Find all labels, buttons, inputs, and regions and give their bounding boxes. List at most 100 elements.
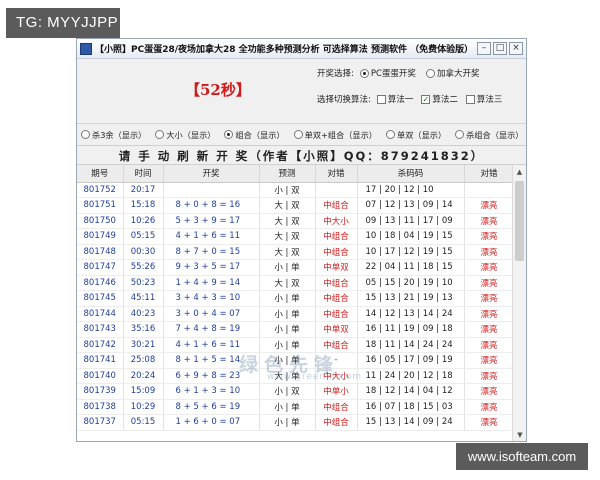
site-badge: www.isofteam.com <box>456 443 588 470</box>
radio-pc-lottery[interactable]: PC蛋蛋开奖 <box>359 67 416 79</box>
table-row[interactable]: 801747 55:26 9 + 3 + 5 = 17 小 | 单中单双 22 | 04… <box>77 259 515 276</box>
cell-result: - <box>315 352 358 369</box>
cell-time: 10:29 <box>123 399 164 415</box>
results-grid: 期号 时间 开奖 预测 对错 杀码码 对错 801752 20:17 小 | 双 17… <box>77 165 526 441</box>
table-row[interactable]: 801744 40:23 3 + 0 + 4 = 07 小 | 单中组合 14 | 12… <box>77 306 515 322</box>
radio-combo[interactable]: 组合（显示） <box>224 129 285 141</box>
radio-unselected-icon <box>81 130 90 139</box>
radio-unselected-icon <box>386 130 395 139</box>
table-row[interactable]: 801746 50:23 1 + 4 + 9 = 14 大 | 双中组合 05 | 15… <box>77 275 515 291</box>
table-row[interactable]: 801739 15:09 6 + 1 + 3 = 10 小 | 双中单小 18 | 12… <box>77 383 515 400</box>
column-header-time[interactable]: 时间 <box>123 165 164 183</box>
column-header-kill-codes[interactable]: 杀码码 <box>357 165 465 183</box>
cell-time: 10:26 <box>123 213 164 229</box>
cell-kill-result: 漂亮 <box>464 383 515 400</box>
scroll-up-icon[interactable]: ▲ <box>513 165 526 179</box>
refresh-banner[interactable]: 请 手 动 刷 新 开 奖（作者【小照】QQ：879241832） <box>77 145 526 165</box>
cell-kill-result: 漂亮 <box>464 414 515 431</box>
table-body: 801752 20:17 小 | 双 17 | 20 | 12 | 10 801751 1… <box>77 182 515 431</box>
radio-kill3[interactable]: 杀3余（显示） <box>81 129 146 141</box>
table-row[interactable]: 801750 10:26 5 + 3 + 9 = 17 大 | 双中大小 09 | 13… <box>77 213 515 229</box>
table-row[interactable]: 801742 30:21 4 + 1 + 6 = 11 小 | 单中组合 18 | 11… <box>77 337 515 353</box>
column-header-prediction[interactable]: 预测 <box>259 165 316 183</box>
cell-draw: 8 + 0 + 8 = 16 <box>163 197 260 214</box>
cell-result: 中大小 <box>315 213 358 229</box>
cell-prediction: 小 | 双 <box>259 182 316 198</box>
cell-kill-result: 漂亮 <box>464 306 515 322</box>
cell-issue: 801747 <box>77 259 124 276</box>
app-window: 【小照】PC蛋蛋28/夜场加拿大28 全功能多种预测分析 可选择算法 预测软件 … <box>76 38 527 442</box>
cell-prediction: 小 | 单 <box>259 306 316 322</box>
cell-kill-result: 漂亮 <box>464 197 515 214</box>
radio-canada-lottery[interactable]: 加拿大开奖 <box>425 67 479 79</box>
cell-kill-codes: 14 | 12 | 13 | 14 | 24 <box>357 306 465 322</box>
cell-kill-result: 漂亮 <box>464 352 515 369</box>
column-header-issue[interactable]: 期号 <box>77 165 124 183</box>
maximize-button[interactable]: □ <box>493 42 507 55</box>
cell-time: 05:15 <box>123 228 164 245</box>
cell-result: 中单小 <box>315 383 358 400</box>
table-row[interactable]: 801751 15:18 8 + 0 + 8 = 16 大 | 双中组合 07 | 12… <box>77 197 515 214</box>
cell-kill-result: 漂亮 <box>464 368 515 384</box>
table-row[interactable]: 801749 05:15 4 + 1 + 6 = 11 大 | 双中组合 10 | 18… <box>77 228 515 245</box>
cell-issue: 801737 <box>77 414 124 431</box>
cell-draw: 9 + 3 + 5 = 17 <box>163 259 260 276</box>
table-row[interactable]: 801741 25:08 8 + 1 + 5 = 14 小 | 单 -16 | 05 |… <box>77 352 515 369</box>
cell-prediction: 大 | 双 <box>259 228 316 245</box>
cell-time: 05:15 <box>123 414 164 431</box>
scroll-thumb[interactable] <box>515 181 524 261</box>
close-button[interactable]: × <box>509 42 523 55</box>
cell-prediction: 小 | 单 <box>259 414 316 431</box>
cell-draw: 6 + 9 + 8 = 23 <box>163 368 260 384</box>
vertical-scrollbar[interactable]: ▲ ▼ <box>512 165 526 441</box>
radio-oddeven[interactable]: 单双（显示） <box>386 129 446 141</box>
cell-kill-result <box>464 182 515 198</box>
scroll-down-icon[interactable]: ▼ <box>513 428 526 441</box>
cell-kill-result: 漂亮 <box>464 244 515 260</box>
table-row[interactable]: 801743 35:16 7 + 4 + 8 = 19 小 | 单中单双 16 | 11… <box>77 321 515 338</box>
cell-kill-codes: 15 | 13 | 21 | 19 | 13 <box>357 290 465 307</box>
window-controls: – □ × <box>477 42 523 55</box>
table-row[interactable]: 801745 45:11 3 + 4 + 3 = 10 小 | 单中组合 15 | 13… <box>77 290 515 307</box>
radio-kill-combo[interactable]: 杀组合（显示） <box>455 129 523 141</box>
cell-draw: 3 + 0 + 4 = 07 <box>163 306 260 322</box>
tg-badge: TG: MYYJJPP <box>6 8 120 38</box>
table-row[interactable]: 801737 05:15 1 + 6 + 0 = 07 小 | 单中组合 15 | 13… <box>77 414 515 431</box>
cell-kill-codes: 09 | 13 | 11 | 17 | 09 <box>357 213 465 229</box>
cell-time: 45:11 <box>123 290 164 307</box>
lottery-select: 开奖选择: PC蛋蛋开奖 加拿大开奖 <box>317 67 489 79</box>
column-header-result[interactable]: 对错 <box>315 165 358 183</box>
cell-time: 30:21 <box>123 337 164 353</box>
algorithm-select: 选择切换算法: 算法一 ✓ 算法二 算法三 <box>317 93 510 105</box>
cell-issue: 801743 <box>77 321 124 338</box>
column-header-kill-result[interactable]: 对错 <box>464 165 515 183</box>
display-options: 杀3余（显示） 大小（显示） 组合（显示） 单双+组合（显示） 单双（显示） 杀… <box>77 123 526 145</box>
cell-kill-result: 漂亮 <box>464 321 515 338</box>
radio-unselected-icon <box>155 130 165 139</box>
radio-size[interactable]: 大小（显示） <box>155 129 215 141</box>
minimize-button[interactable]: – <box>477 42 491 55</box>
table-row[interactable]: 801752 20:17 小 | 双 17 | 20 | 12 | 10 <box>77 182 515 198</box>
cell-kill-result: 漂亮 <box>464 228 515 245</box>
window-title: 【小照】PC蛋蛋28/夜场加拿大28 全功能多种预测分析 可选择算法 预测软件 … <box>95 45 474 55</box>
table-row[interactable]: 801748 00:30 8 + 7 + 0 = 15 大 | 双中组合 10 | 17… <box>77 244 515 260</box>
table-row[interactable]: 801740 20:24 6 + 9 + 8 = 23 大 | 单中大小 11 | 24… <box>77 368 515 384</box>
cell-issue: 801739 <box>77 383 124 400</box>
cell-issue: 801738 <box>77 399 124 415</box>
column-header-draw[interactable]: 开奖 <box>163 165 260 183</box>
radio-oddeven-combo[interactable]: 单双+组合（显示） <box>293 129 377 141</box>
cell-prediction: 大 | 双 <box>259 275 316 291</box>
checkbox-algorithm-2[interactable]: ✓ 算法二 <box>421 93 458 105</box>
cell-kill-codes: 10 | 18 | 04 | 19 | 15 <box>357 228 465 245</box>
cell-result: 中组合 <box>315 290 358 307</box>
algorithm-select-label: 选择切换算法: <box>317 95 371 105</box>
cell-prediction: 小 | 双 <box>259 383 316 400</box>
cell-kill-codes: 15 | 13 | 14 | 09 | 24 <box>357 414 465 431</box>
checked-box-icon: ✓ <box>421 94 431 104</box>
cell-result: 中单双 <box>315 259 358 276</box>
table-row[interactable]: 801738 10:29 8 + 5 + 6 = 19 小 | 单中组合 16 | 07… <box>77 399 515 415</box>
checkbox-algorithm-3[interactable]: 算法三 <box>465 93 502 105</box>
checkbox-algorithm-1[interactable]: 算法一 <box>376 93 413 105</box>
cell-time: 35:16 <box>123 321 164 338</box>
cell-draw: 8 + 7 + 0 = 15 <box>163 244 260 260</box>
